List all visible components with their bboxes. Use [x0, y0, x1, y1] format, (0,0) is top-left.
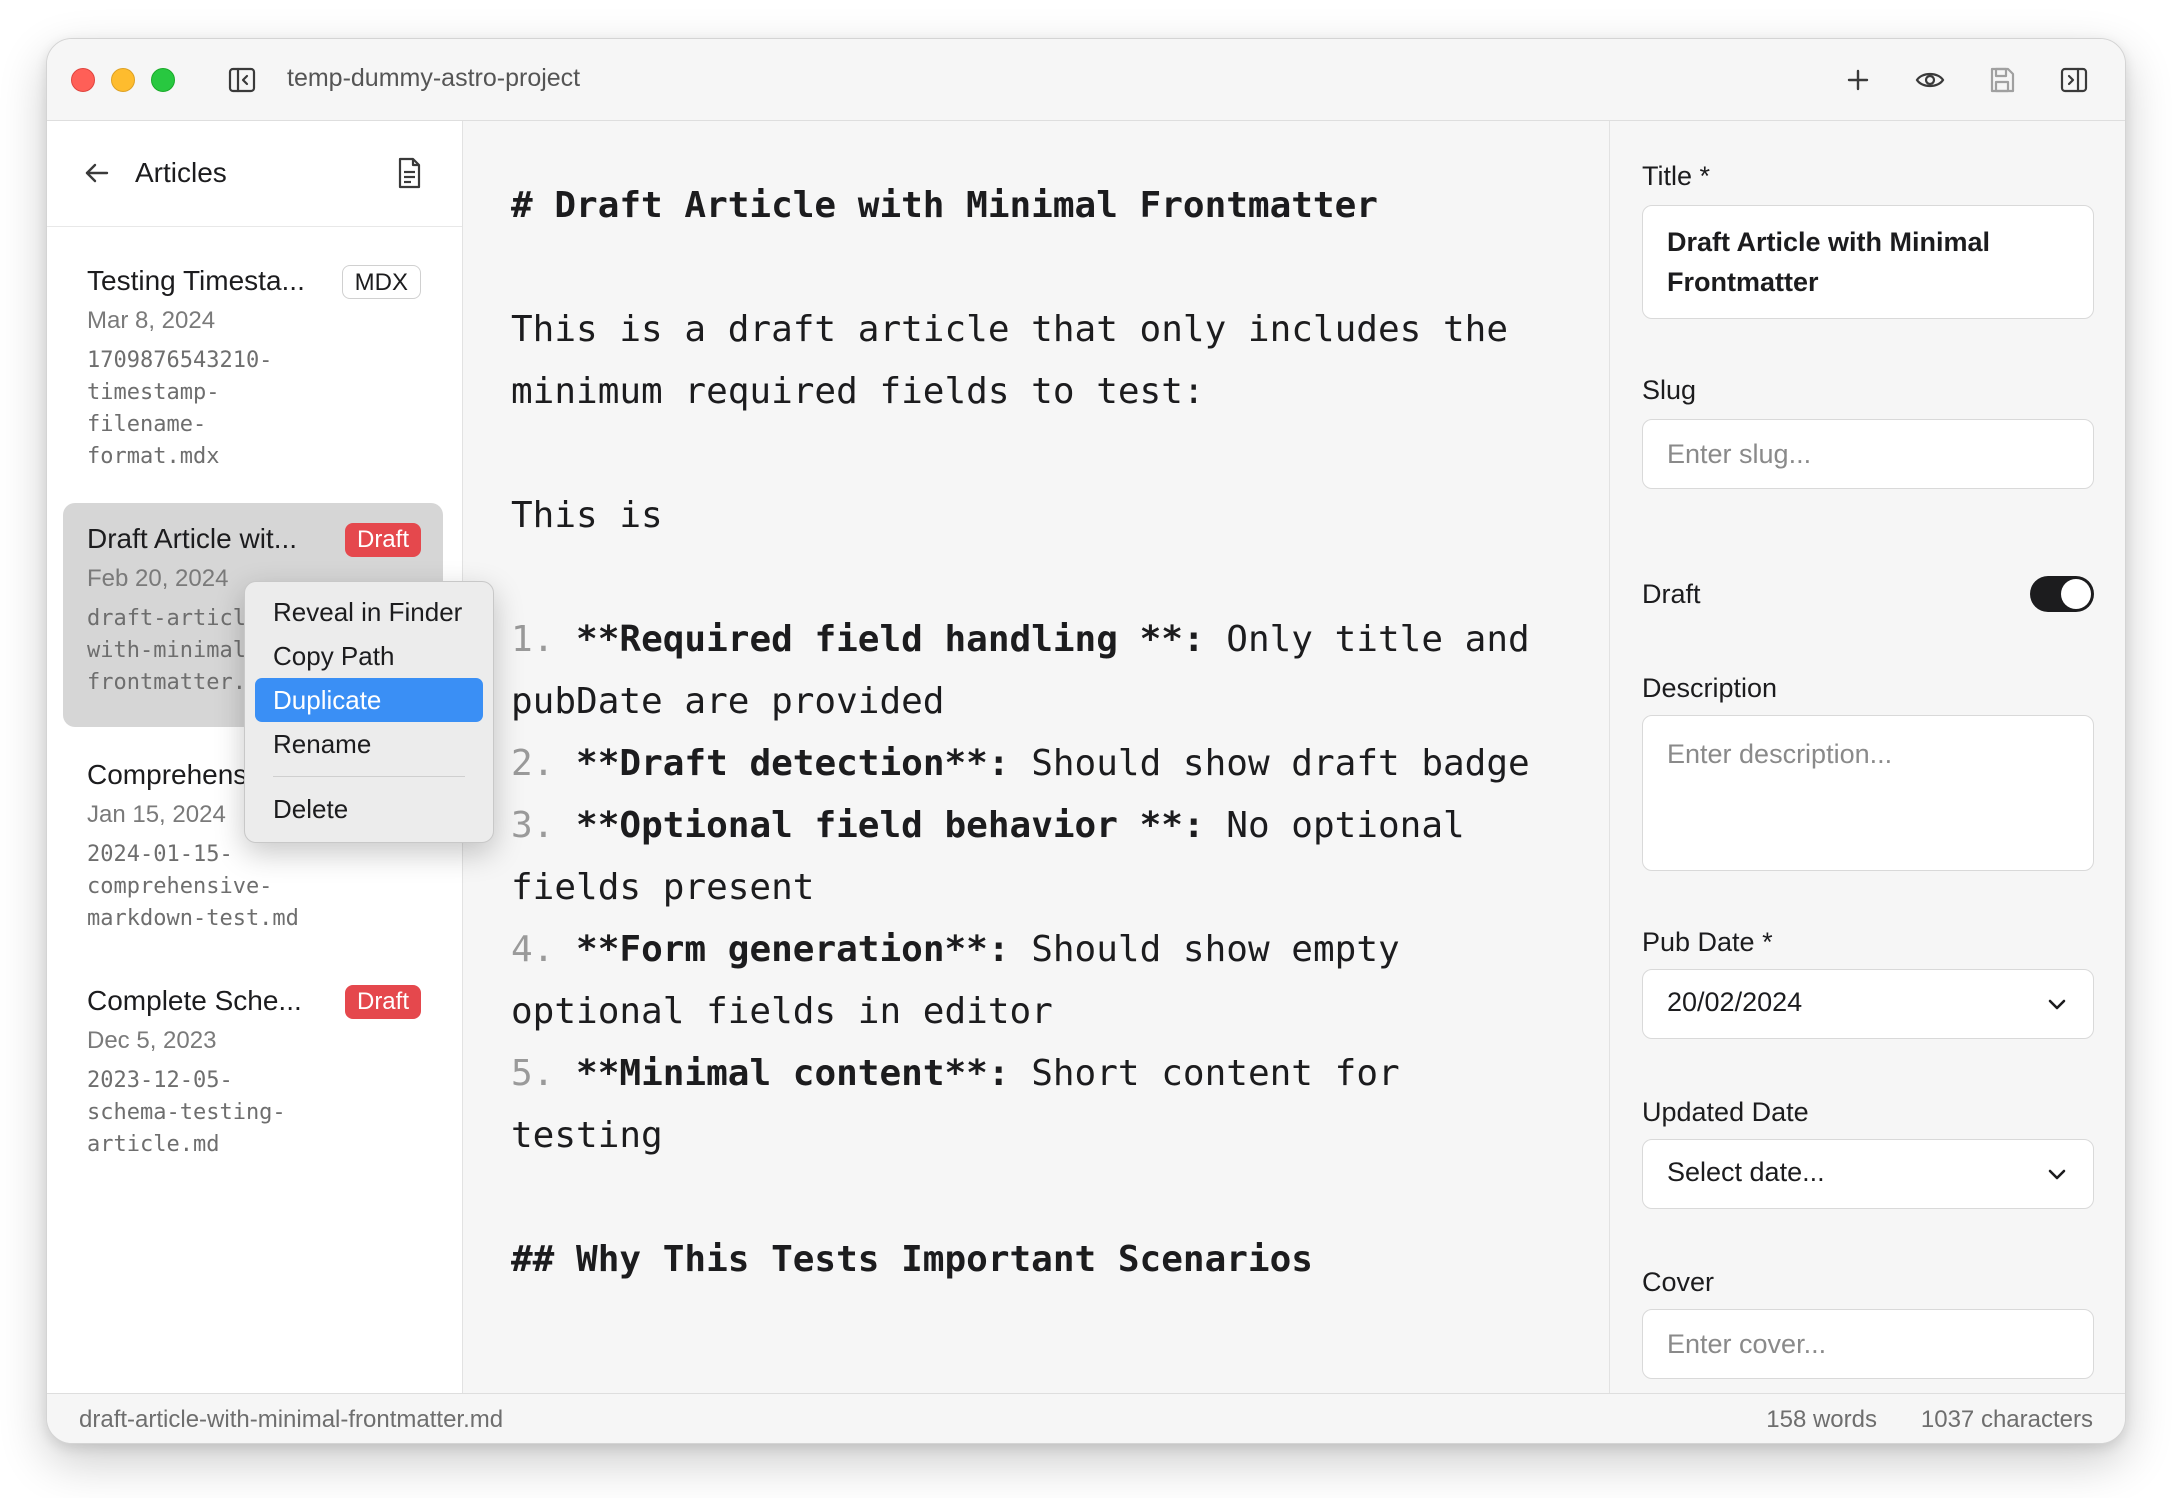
updated-date-placeholder: Select date... — [1667, 1157, 1825, 1187]
menu-item-delete[interactable]: Delete — [255, 787, 483, 831]
article-filename: 2024-01-15- comprehensive- markdown-test… — [87, 842, 299, 931]
editor-heading: # Draft Article with Minimal Frontmatter — [511, 185, 1378, 226]
back-arrow-icon[interactable] — [79, 155, 115, 191]
list-item-continuation: fields present — [511, 867, 815, 908]
sidebar-header: Articles — [47, 121, 462, 227]
list-bold: **Draft detection**: — [576, 743, 1010, 784]
pubdate-label: Pub Date * — [1642, 927, 1773, 957]
eye-icon[interactable] — [1911, 61, 1949, 99]
app-window: temp-dummy-astro-project Articles Testin… — [46, 38, 2126, 1444]
draft-label: Draft — [1642, 579, 1701, 609]
title-bar: temp-dummy-astro-project — [47, 39, 2125, 121]
save-icon[interactable] — [1983, 61, 2021, 99]
list-item: 4. **Form generation**: Should show empt… — [511, 929, 1400, 970]
word-count: 158 words — [1766, 1406, 1877, 1433]
description-field[interactable]: Enter description... — [1642, 715, 2094, 871]
article-title: Draft Article wit... — [87, 523, 298, 554]
context-menu: Reveal in Finder Copy Path Duplicate Ren… — [244, 581, 494, 843]
right-panel-toggle-icon[interactable] — [2055, 61, 2093, 99]
slug-label: Slug — [1642, 375, 1697, 405]
list-item-continuation: testing — [511, 1115, 663, 1156]
menu-item-copy-path[interactable]: Copy Path — [255, 634, 483, 678]
list-bold: **Form generation**: — [576, 929, 1010, 970]
list-item: 1. **Required field handling **: Only ti… — [511, 619, 1530, 660]
list-number: 4. — [511, 929, 555, 970]
sidebar-toggle-icon[interactable] — [223, 61, 261, 99]
markdown-editor[interactable]: # Draft Article with Minimal Frontmatter… — [463, 121, 1609, 1393]
editor-subheading: ## Why This Tests Important Scenarios — [511, 1239, 1313, 1280]
close-window-button[interactable] — [71, 68, 95, 92]
list-bold: **Optional field behavior **: — [576, 805, 1205, 846]
updated-date-select[interactable]: Select date... — [1642, 1139, 2094, 1209]
article-filename: 1709876543210- timestamp- filename- form… — [87, 348, 273, 469]
minimize-window-button[interactable] — [111, 68, 135, 92]
project-name: temp-dummy-astro-project — [287, 64, 581, 92]
chevron-down-icon — [2048, 999, 2066, 1010]
title-label: Title * — [1642, 161, 1711, 191]
article-title: Complete Sche... — [87, 985, 302, 1016]
pubdate-select[interactable]: 20/02/2024 — [1642, 969, 2094, 1039]
article-list-item[interactable]: Testing Timesta... MDX Mar 8, 2024 17098… — [63, 245, 443, 481]
list-bold: **Minimal content**: — [576, 1053, 1010, 1094]
list-bold: **Required field handling **: — [576, 619, 1205, 660]
plus-icon[interactable] — [1839, 61, 1877, 99]
draft-badge: Draft — [344, 985, 421, 1019]
article-list-item[interactable]: Complete Sche... Draft Dec 5, 2023 2023-… — [63, 973, 443, 1197]
zoom-window-button[interactable] — [151, 68, 175, 92]
character-count: 1037 characters — [1920, 1406, 2093, 1433]
status-filename: draft-article-with-minimal-frontmatter.m… — [79, 1406, 504, 1433]
list-text: No optional — [1204, 805, 1465, 846]
list-text: Should show empty — [1009, 929, 1400, 970]
description-label: Description — [1642, 673, 1778, 703]
list-number: 2. — [511, 743, 555, 784]
list-number: 5. — [511, 1053, 555, 1094]
list-item: 2. **Draft detection**: Should show draf… — [511, 743, 1530, 784]
chevron-down-icon — [2048, 1169, 2066, 1180]
sidebar-title: Articles — [135, 157, 227, 188]
menu-separator — [273, 776, 465, 777]
list-number: 3. — [511, 805, 555, 846]
menu-item-rename[interactable]: Rename — [255, 722, 483, 766]
updated-date-label: Updated Date — [1642, 1097, 1809, 1127]
editor-line: This is a draft article that only includ… — [511, 309, 1508, 350]
list-text: Only title and — [1204, 619, 1530, 660]
article-date: Jan 15, 2024 — [87, 801, 226, 828]
new-file-icon[interactable] — [391, 155, 427, 191]
toggle-knob — [2061, 579, 2091, 609]
title-field[interactable]: Draft Article with Minimal Frontmatter — [1642, 205, 2094, 319]
frontmatter-panel: Title * Draft Article with Minimal Front… — [1609, 121, 2125, 1393]
article-title: Testing Timesta... — [87, 265, 305, 296]
status-bar: draft-article-with-minimal-frontmatter.m… — [47, 1393, 2125, 1443]
mdx-badge: MDX — [341, 265, 421, 299]
menu-item-duplicate[interactable]: Duplicate — [255, 678, 483, 722]
editor-line: This is — [511, 495, 663, 536]
article-date: Feb 20, 2024 — [87, 565, 229, 592]
editor-line: minimum required fields to test: — [511, 371, 1205, 412]
article-date: Dec 5, 2023 — [87, 1027, 217, 1054]
draft-toggle[interactable] — [2030, 576, 2094, 612]
cover-label: Cover — [1642, 1267, 1715, 1297]
draft-badge: Draft — [344, 523, 421, 557]
list-item: 5. **Minimal content**: Short content fo… — [511, 1053, 1400, 1094]
list-item-continuation: optional fields in editor — [511, 991, 1053, 1032]
list-text: Should show draft badge — [1009, 743, 1530, 784]
pubdate-value: 20/02/2024 — [1667, 987, 1803, 1017]
menu-item-reveal-in-finder[interactable]: Reveal in Finder — [255, 590, 483, 634]
list-number: 1. — [511, 619, 555, 660]
list-text: Short content for — [1009, 1053, 1400, 1094]
article-filename: 2023-12-05- schema-testing- article.md — [87, 1068, 286, 1157]
slug-field[interactable]: Enter slug... — [1642, 419, 2094, 489]
article-date: Mar 8, 2024 — [87, 307, 216, 334]
cover-field[interactable]: Enter cover... — [1642, 1309, 2094, 1379]
list-item: 3. **Optional field behavior **: No opti… — [511, 805, 1465, 846]
list-item-continuation: pubDate are provided — [511, 681, 945, 722]
